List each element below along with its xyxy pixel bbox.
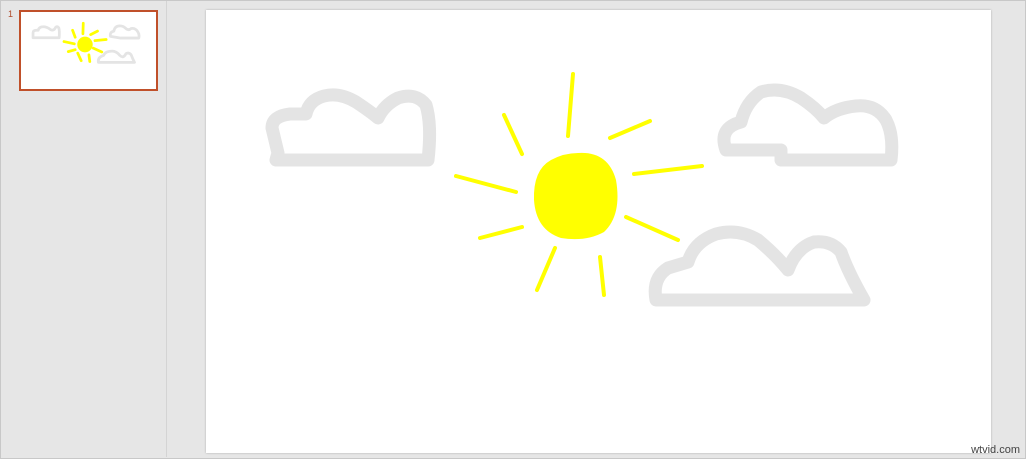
cloud-right-thumb bbox=[108, 24, 141, 40]
slide-thumbnail-pane[interactable]: 1 bbox=[1, 1, 167, 457]
sun-ray bbox=[624, 215, 680, 242]
sun-ray bbox=[535, 246, 557, 292]
slide-number: 1 bbox=[8, 9, 14, 19]
thumbnail-drawing bbox=[31, 21, 141, 64]
cloud-left bbox=[265, 88, 437, 167]
cloud-right bbox=[717, 83, 899, 167]
cloud-left-thumb bbox=[31, 25, 61, 40]
sun-ray bbox=[478, 225, 524, 240]
sun-ray bbox=[598, 255, 606, 297]
watermark-text: wtvid.com bbox=[971, 444, 1020, 456]
sun-body bbox=[533, 152, 618, 240]
sun-ray bbox=[632, 164, 704, 176]
sun-ray bbox=[502, 113, 524, 156]
cloud-bottom bbox=[648, 225, 871, 307]
sun-ray bbox=[608, 119, 652, 140]
sun-ray bbox=[566, 72, 575, 138]
slide-canvas[interactable] bbox=[206, 10, 991, 453]
cloud-bottom-thumb bbox=[96, 49, 136, 64]
slide-drawing bbox=[265, 72, 899, 307]
slide-thumbnail-1[interactable] bbox=[19, 10, 158, 91]
sun-ray bbox=[454, 174, 518, 194]
